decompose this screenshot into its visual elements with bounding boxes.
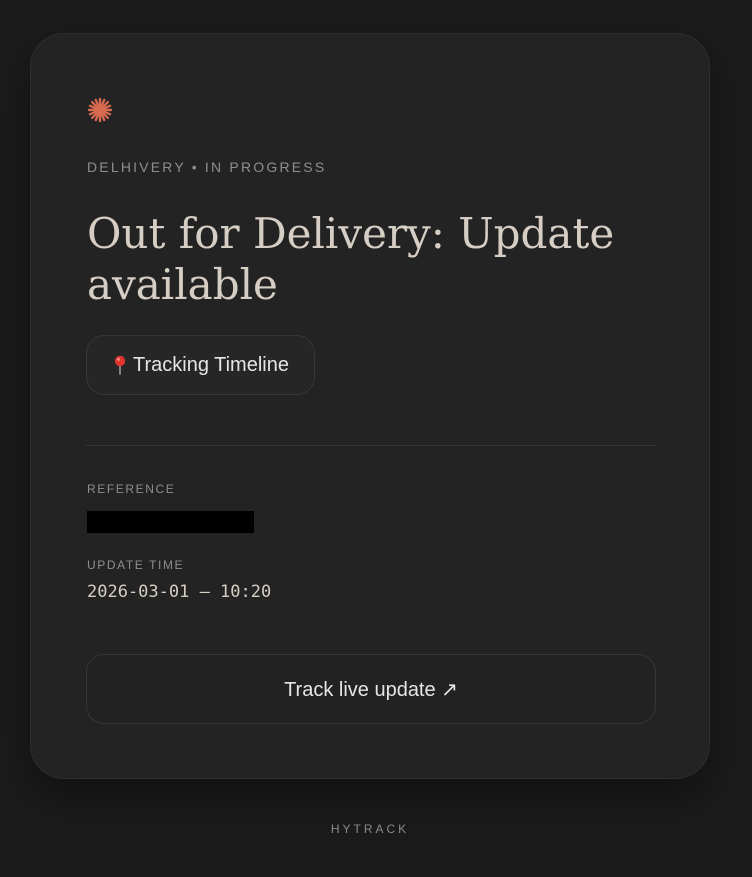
starburst-icon <box>87 97 113 123</box>
track-live-update-button[interactable]: Track live update ↗ <box>86 654 656 724</box>
carrier-status: DELHIVERY • IN PROGRESS <box>87 159 327 175</box>
page-title: Out for Delivery: Update available <box>87 209 615 309</box>
reference-value-redacted <box>87 511 254 533</box>
divider <box>86 445 656 446</box>
tracking-timeline-label: Tracking Timeline <box>133 353 289 376</box>
update-time-label: UPDATE TIME <box>87 558 185 572</box>
notification-card: DELHIVERY • IN PROGRESS Out for Delivery… <box>30 33 710 779</box>
pin-icon <box>114 355 126 375</box>
update-time-value: 2026-03-01 — 10:20 <box>87 582 272 602</box>
reference-label: REFERENCE <box>87 482 176 496</box>
tracking-timeline-button[interactable]: Tracking Timeline <box>86 335 315 395</box>
footer-brand: HYTRACK <box>330 822 410 836</box>
